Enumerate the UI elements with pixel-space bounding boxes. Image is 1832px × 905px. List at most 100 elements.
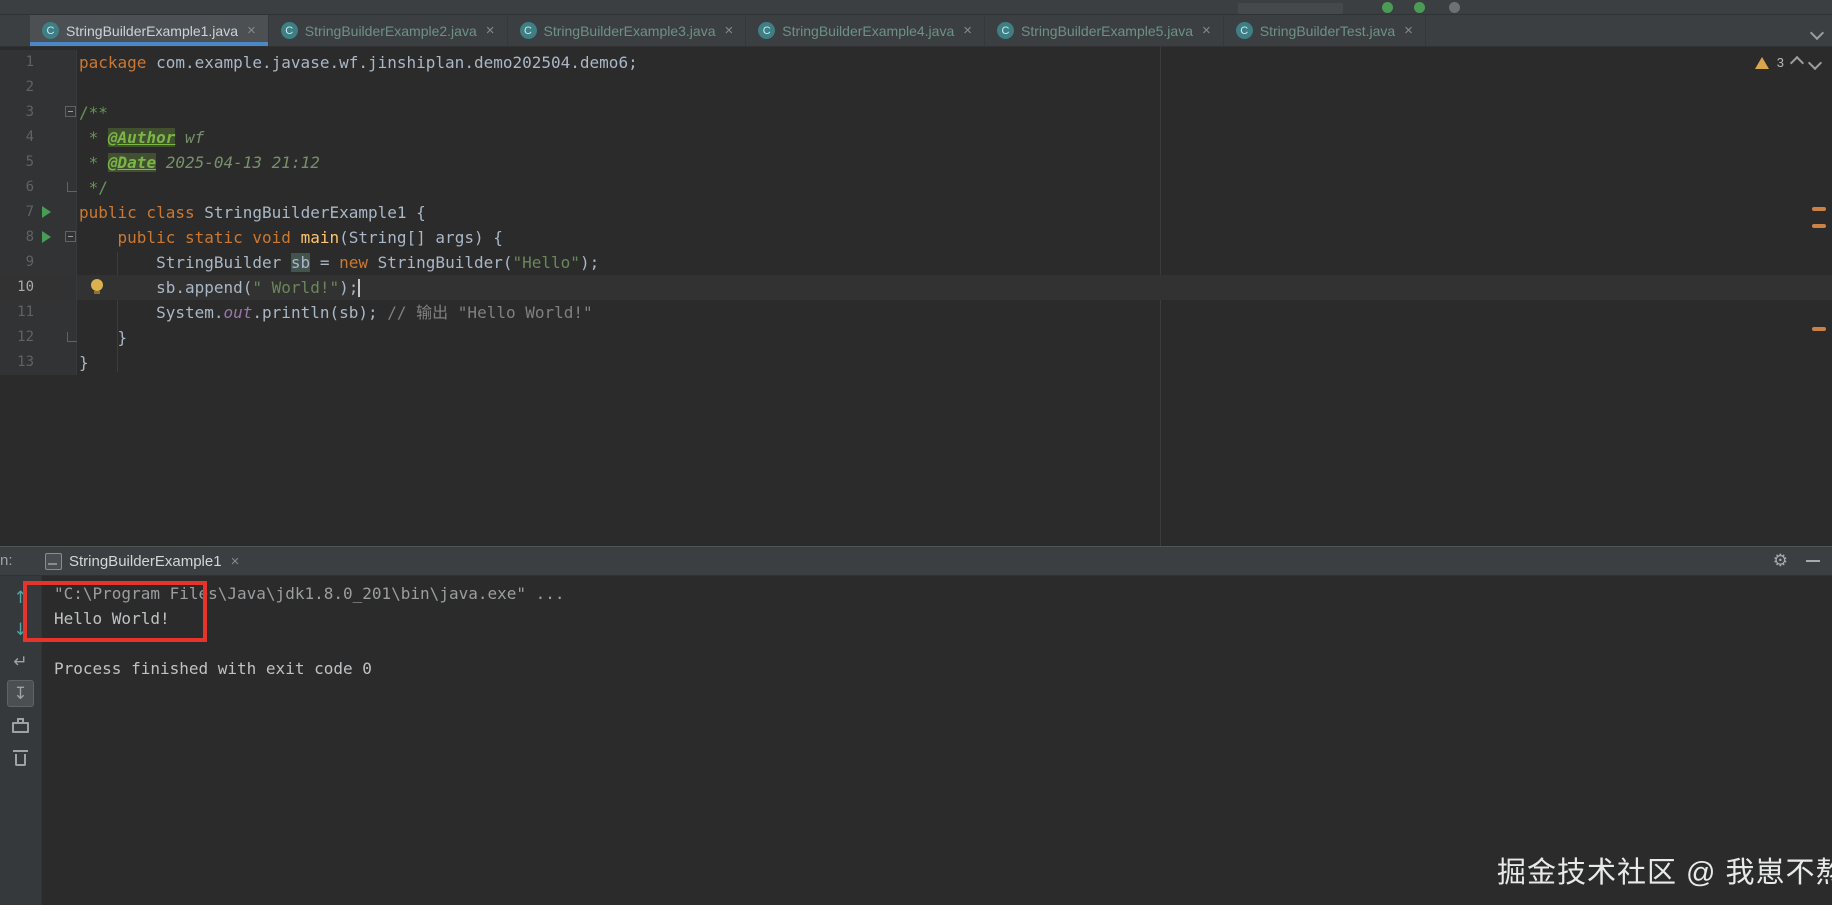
code-token: 2025-04-13 21:12	[156, 153, 320, 172]
annotation-highlight-box	[23, 581, 207, 642]
code-line-6[interactable]: 6 */	[0, 175, 1832, 200]
code-line-4[interactable]: 4 * @Author wf	[0, 125, 1832, 150]
tab-StringBuilderExample3.java[interactable]: C StringBuilderExample3.java ×	[508, 15, 747, 46]
toolbar-button-partial[interactable]	[1449, 2, 1460, 13]
run-icon[interactable]	[42, 206, 51, 218]
code-line-9[interactable]: 9 StringBuilder sb = new StringBuilder("…	[0, 250, 1832, 275]
fold-end-icon[interactable]	[67, 182, 77, 192]
gutter: 1	[0, 50, 77, 75]
editor[interactable]: 1 package com.example.javase.wf.jinshipla…	[0, 47, 1832, 546]
debug-button-partial[interactable]	[1414, 2, 1425, 13]
code-line-11[interactable]: 11 System.out.println(sb); // 输出 "Hello …	[0, 300, 1832, 325]
close-icon[interactable]: ×	[486, 22, 495, 39]
tab-StringBuilderExample5.java[interactable]: C StringBuilderExample5.java ×	[985, 15, 1224, 46]
code-line-7[interactable]: 7 public class StringBuilderExample1 {	[0, 200, 1832, 225]
tab-StringBuilderExample2.java[interactable]: C StringBuilderExample2.java ×	[269, 15, 508, 46]
code-line-1[interactable]: 1 package com.example.javase.wf.jinshipla…	[0, 50, 1832, 75]
code-text[interactable]: /**	[77, 100, 1832, 125]
close-icon[interactable]: ×	[1404, 22, 1413, 39]
code-line-3[interactable]: 3 /**	[0, 100, 1832, 125]
gutter: 4	[0, 125, 77, 150]
console-tab-label: StringBuilderExample1	[69, 552, 222, 570]
chevron-down-icon[interactable]	[1809, 25, 1825, 43]
warning-count: 3	[1776, 55, 1784, 70]
gear-icon[interactable]: ⚙	[1773, 551, 1788, 571]
code-text[interactable]: sb.append(" World!");	[77, 275, 1832, 300]
warning-stripe-mark[interactable]	[1812, 224, 1826, 228]
line-number: 7	[25, 204, 34, 220]
code-text[interactable]: System.out.println(sb); // 输出 "Hello Wor…	[77, 300, 1832, 325]
console-tab[interactable]: StringBuilderExample1 ×	[35, 547, 249, 575]
code-area[interactable]: 1 package com.example.javase.wf.jinshipla…	[0, 47, 1832, 375]
code-token: package	[79, 53, 157, 72]
code-text[interactable]: StringBuilder sb = new StringBuilder("He…	[77, 250, 1832, 275]
class-icon: C	[280, 22, 298, 39]
code-text[interactable]: * @Author wf	[77, 125, 1832, 150]
code-text[interactable]	[77, 75, 1832, 100]
line-number: 12	[17, 329, 34, 345]
code-token: .println(sb);	[252, 303, 388, 322]
gutter: 7	[0, 200, 77, 225]
code-token: *	[79, 153, 108, 172]
gutter: 8	[0, 225, 77, 250]
intention-bulb-icon[interactable]	[91, 279, 103, 294]
run-icon[interactable]	[42, 231, 51, 243]
line-number: 9	[25, 254, 34, 270]
code-line-12[interactable]: 12 }	[0, 325, 1832, 350]
tab-label: StringBuilderExample4.java	[782, 22, 955, 39]
code-line-5[interactable]: 5 * @Date 2025-04-13 21:12	[0, 150, 1832, 175]
scroll-to-end-button[interactable]: ↧	[7, 680, 34, 707]
tab-StringBuilderExample1.java[interactable]: C StringBuilderExample1.java ×	[30, 15, 269, 46]
gutter-icons	[34, 250, 76, 275]
code-token: sb	[290, 253, 311, 272]
code-line-8[interactable]: 8 public static void main(String[] args)…	[0, 225, 1832, 250]
inspections-widget[interactable]: 3	[1754, 55, 1823, 70]
run-config-combo-partial[interactable]	[1238, 3, 1343, 14]
code-token: " World!"	[252, 278, 340, 297]
code-text[interactable]: * @Date 2025-04-13 21:12	[77, 150, 1832, 175]
code-text[interactable]: */	[77, 175, 1832, 200]
code-token: sb.append(	[79, 278, 253, 297]
warning-stripe-mark[interactable]	[1812, 207, 1826, 211]
code-text[interactable]: }	[77, 350, 1832, 375]
close-icon[interactable]: ×	[963, 22, 972, 39]
fold-end-icon[interactable]	[67, 332, 77, 342]
gutter-icons	[34, 150, 76, 175]
warning-stripe-mark[interactable]	[1812, 327, 1826, 331]
print-button[interactable]	[7, 712, 34, 739]
code-text[interactable]: public static void main(String[] args) {	[77, 225, 1832, 250]
tab-StringBuilderExample4.java[interactable]: C StringBuilderExample4.java ×	[746, 15, 985, 46]
clear-button[interactable]	[7, 744, 34, 771]
code-token: System.	[79, 303, 224, 322]
code-text[interactable]: }	[77, 325, 1832, 350]
tabs-container: C StringBuilderExample1.java × C StringBuild…	[0, 15, 1832, 46]
fold-icon[interactable]	[65, 231, 76, 242]
fold-icon[interactable]	[65, 106, 76, 117]
code-token: new	[339, 253, 368, 272]
soft-wrap-button[interactable]: ↵	[7, 648, 34, 675]
line-number: 1	[25, 54, 34, 70]
close-icon[interactable]: ×	[247, 22, 256, 39]
code-line-10[interactable]: 10 sb.append(" World!");	[0, 275, 1832, 300]
watermark: 掘金技术社区 @ 我崽不熬夜	[1497, 857, 1832, 889]
previous-warning-icon[interactable]	[1789, 55, 1805, 70]
minimize-icon[interactable]	[1806, 560, 1820, 562]
tab-StringBuilderTest.java[interactable]: C StringBuilderTest.java ×	[1224, 15, 1426, 46]
gutter: 12	[0, 325, 77, 350]
code-token: }	[79, 328, 128, 347]
close-icon[interactable]: ×	[724, 22, 733, 39]
tab-label: StringBuilderTest.java	[1259, 22, 1396, 39]
run-button-partial[interactable]	[1382, 2, 1393, 13]
gutter-icons	[34, 200, 76, 225]
text-caret	[358, 279, 361, 297]
code-text[interactable]: package com.example.javase.wf.jinshiplan…	[77, 50, 1832, 75]
close-icon[interactable]: ×	[231, 553, 240, 570]
code-token: public class	[79, 203, 205, 222]
code-text[interactable]: public class StringBuilderExample1 {	[77, 200, 1832, 225]
next-warning-icon[interactable]	[1807, 55, 1823, 70]
code-line-13[interactable]: 13}	[0, 350, 1832, 375]
close-icon[interactable]: ×	[1202, 22, 1211, 39]
code-line-2[interactable]: 2	[0, 75, 1832, 100]
tab-label: StringBuilderExample1.java	[66, 22, 238, 39]
code-token: "Hello"	[512, 253, 580, 272]
